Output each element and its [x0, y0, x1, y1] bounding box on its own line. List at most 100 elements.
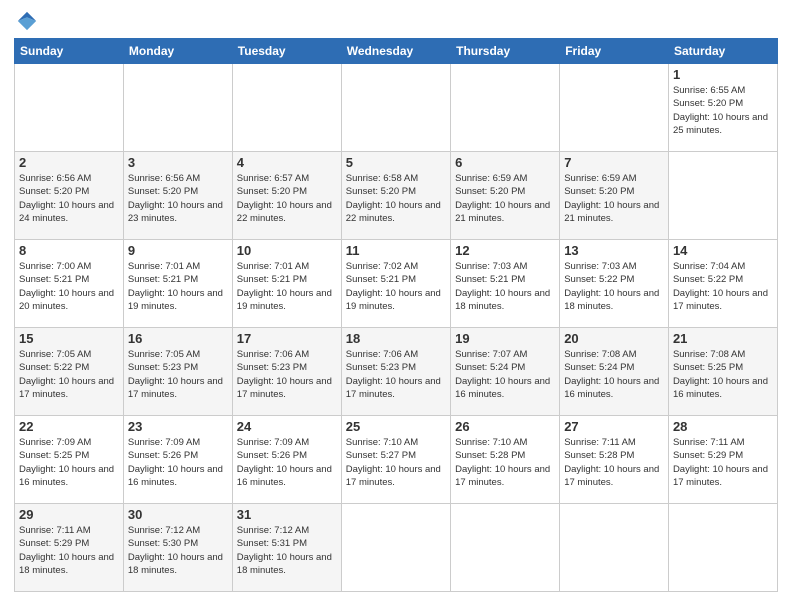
day-info: Sunrise: 6:59 AMSunset: 5:20 PMDaylight:…	[455, 173, 550, 224]
calendar-cell	[451, 64, 560, 152]
calendar-cell: 15 Sunrise: 7:05 AMSunset: 5:22 PMDaylig…	[15, 328, 124, 416]
day-info: Sunrise: 7:09 AMSunset: 5:26 PMDaylight:…	[237, 437, 332, 488]
day-info: Sunrise: 6:58 AMSunset: 5:20 PMDaylight:…	[346, 173, 441, 224]
day-number: 17	[237, 331, 337, 346]
calendar-cell: 18 Sunrise: 7:06 AMSunset: 5:23 PMDaylig…	[341, 328, 450, 416]
calendar-week-row: 22 Sunrise: 7:09 AMSunset: 5:25 PMDaylig…	[15, 416, 778, 504]
day-info: Sunrise: 7:06 AMSunset: 5:23 PMDaylight:…	[346, 349, 441, 400]
day-number: 21	[673, 331, 773, 346]
calendar-cell: 23 Sunrise: 7:09 AMSunset: 5:26 PMDaylig…	[123, 416, 232, 504]
day-number: 5	[346, 155, 446, 170]
calendar-cell: 7 Sunrise: 6:59 AMSunset: 5:20 PMDayligh…	[560, 152, 669, 240]
day-number: 31	[237, 507, 337, 522]
calendar-cell	[341, 504, 450, 592]
calendar-cell: 30 Sunrise: 7:12 AMSunset: 5:30 PMDaylig…	[123, 504, 232, 592]
calendar-cell	[668, 152, 777, 240]
day-number: 23	[128, 419, 228, 434]
calendar-cell: 19 Sunrise: 7:07 AMSunset: 5:24 PMDaylig…	[451, 328, 560, 416]
calendar-cell: 24 Sunrise: 7:09 AMSunset: 5:26 PMDaylig…	[232, 416, 341, 504]
logo	[14, 10, 38, 32]
day-number: 2	[19, 155, 119, 170]
day-number: 7	[564, 155, 664, 170]
calendar-cell: 21 Sunrise: 7:08 AMSunset: 5:25 PMDaylig…	[668, 328, 777, 416]
day-info: Sunrise: 7:02 AMSunset: 5:21 PMDaylight:…	[346, 261, 441, 312]
day-info: Sunrise: 7:06 AMSunset: 5:23 PMDaylight:…	[237, 349, 332, 400]
day-info: Sunrise: 7:09 AMSunset: 5:25 PMDaylight:…	[19, 437, 114, 488]
day-number: 6	[455, 155, 555, 170]
day-number: 3	[128, 155, 228, 170]
day-number: 10	[237, 243, 337, 258]
calendar-cell	[232, 64, 341, 152]
day-info: Sunrise: 7:07 AMSunset: 5:24 PMDaylight:…	[455, 349, 550, 400]
day-info: Sunrise: 7:12 AMSunset: 5:30 PMDaylight:…	[128, 525, 223, 576]
calendar-container: SundayMondayTuesdayWednesdayThursdayFrid…	[0, 0, 792, 612]
day-info: Sunrise: 7:03 AMSunset: 5:22 PMDaylight:…	[564, 261, 659, 312]
calendar-cell: 10 Sunrise: 7:01 AMSunset: 5:21 PMDaylig…	[232, 240, 341, 328]
calendar-cell	[123, 64, 232, 152]
day-number: 1	[673, 67, 773, 82]
calendar-cell: 28 Sunrise: 7:11 AMSunset: 5:29 PMDaylig…	[668, 416, 777, 504]
day-info: Sunrise: 7:11 AMSunset: 5:29 PMDaylight:…	[19, 525, 114, 576]
day-number: 18	[346, 331, 446, 346]
day-number: 19	[455, 331, 555, 346]
calendar-week-row: 29 Sunrise: 7:11 AMSunset: 5:29 PMDaylig…	[15, 504, 778, 592]
calendar-day-header: Monday	[123, 39, 232, 64]
day-info: Sunrise: 7:01 AMSunset: 5:21 PMDaylight:…	[237, 261, 332, 312]
calendar-cell: 11 Sunrise: 7:02 AMSunset: 5:21 PMDaylig…	[341, 240, 450, 328]
day-number: 13	[564, 243, 664, 258]
calendar-cell: 2 Sunrise: 6:56 AMSunset: 5:20 PMDayligh…	[15, 152, 124, 240]
calendar-cell: 12 Sunrise: 7:03 AMSunset: 5:21 PMDaylig…	[451, 240, 560, 328]
calendar-day-header: Friday	[560, 39, 669, 64]
day-info: Sunrise: 7:03 AMSunset: 5:21 PMDaylight:…	[455, 261, 550, 312]
calendar-cell: 4 Sunrise: 6:57 AMSunset: 5:20 PMDayligh…	[232, 152, 341, 240]
day-info: Sunrise: 7:05 AMSunset: 5:23 PMDaylight:…	[128, 349, 223, 400]
calendar-cell: 6 Sunrise: 6:59 AMSunset: 5:20 PMDayligh…	[451, 152, 560, 240]
calendar-cell: 8 Sunrise: 7:00 AMSunset: 5:21 PMDayligh…	[15, 240, 124, 328]
calendar-cell	[15, 64, 124, 152]
calendar-cell: 22 Sunrise: 7:09 AMSunset: 5:25 PMDaylig…	[15, 416, 124, 504]
calendar-week-row: 8 Sunrise: 7:00 AMSunset: 5:21 PMDayligh…	[15, 240, 778, 328]
header	[14, 10, 778, 32]
calendar-cell: 20 Sunrise: 7:08 AMSunset: 5:24 PMDaylig…	[560, 328, 669, 416]
day-number: 25	[346, 419, 446, 434]
day-number: 11	[346, 243, 446, 258]
day-number: 29	[19, 507, 119, 522]
day-info: Sunrise: 7:11 AMSunset: 5:28 PMDaylight:…	[564, 437, 659, 488]
calendar-cell: 3 Sunrise: 6:56 AMSunset: 5:20 PMDayligh…	[123, 152, 232, 240]
calendar-cell: 27 Sunrise: 7:11 AMSunset: 5:28 PMDaylig…	[560, 416, 669, 504]
calendar-day-header: Thursday	[451, 39, 560, 64]
day-number: 16	[128, 331, 228, 346]
day-info: Sunrise: 7:05 AMSunset: 5:22 PMDaylight:…	[19, 349, 114, 400]
calendar-cell: 1 Sunrise: 6:55 AMSunset: 5:20 PMDayligh…	[668, 64, 777, 152]
calendar-cell: 13 Sunrise: 7:03 AMSunset: 5:22 PMDaylig…	[560, 240, 669, 328]
calendar-cell	[341, 64, 450, 152]
calendar-day-header: Saturday	[668, 39, 777, 64]
calendar-day-header: Tuesday	[232, 39, 341, 64]
calendar-header-row: SundayMondayTuesdayWednesdayThursdayFrid…	[15, 39, 778, 64]
day-info: Sunrise: 7:10 AMSunset: 5:27 PMDaylight:…	[346, 437, 441, 488]
calendar-cell	[668, 504, 777, 592]
day-info: Sunrise: 7:04 AMSunset: 5:22 PMDaylight:…	[673, 261, 768, 312]
day-info: Sunrise: 6:59 AMSunset: 5:20 PMDaylight:…	[564, 173, 659, 224]
calendar-cell: 9 Sunrise: 7:01 AMSunset: 5:21 PMDayligh…	[123, 240, 232, 328]
day-number: 28	[673, 419, 773, 434]
day-number: 30	[128, 507, 228, 522]
day-number: 14	[673, 243, 773, 258]
calendar-cell: 5 Sunrise: 6:58 AMSunset: 5:20 PMDayligh…	[341, 152, 450, 240]
day-info: Sunrise: 7:01 AMSunset: 5:21 PMDaylight:…	[128, 261, 223, 312]
day-info: Sunrise: 7:12 AMSunset: 5:31 PMDaylight:…	[237, 525, 332, 576]
calendar-cell: 14 Sunrise: 7:04 AMSunset: 5:22 PMDaylig…	[668, 240, 777, 328]
calendar-week-row: 15 Sunrise: 7:05 AMSunset: 5:22 PMDaylig…	[15, 328, 778, 416]
calendar-day-header: Sunday	[15, 39, 124, 64]
day-number: 22	[19, 419, 119, 434]
day-number: 24	[237, 419, 337, 434]
day-info: Sunrise: 7:08 AMSunset: 5:25 PMDaylight:…	[673, 349, 768, 400]
day-number: 26	[455, 419, 555, 434]
day-number: 8	[19, 243, 119, 258]
calendar-cell	[560, 504, 669, 592]
calendar-table: SundayMondayTuesdayWednesdayThursdayFrid…	[14, 38, 778, 592]
calendar-cell: 16 Sunrise: 7:05 AMSunset: 5:23 PMDaylig…	[123, 328, 232, 416]
day-info: Sunrise: 7:00 AMSunset: 5:21 PMDaylight:…	[19, 261, 114, 312]
calendar-day-header: Wednesday	[341, 39, 450, 64]
day-number: 20	[564, 331, 664, 346]
